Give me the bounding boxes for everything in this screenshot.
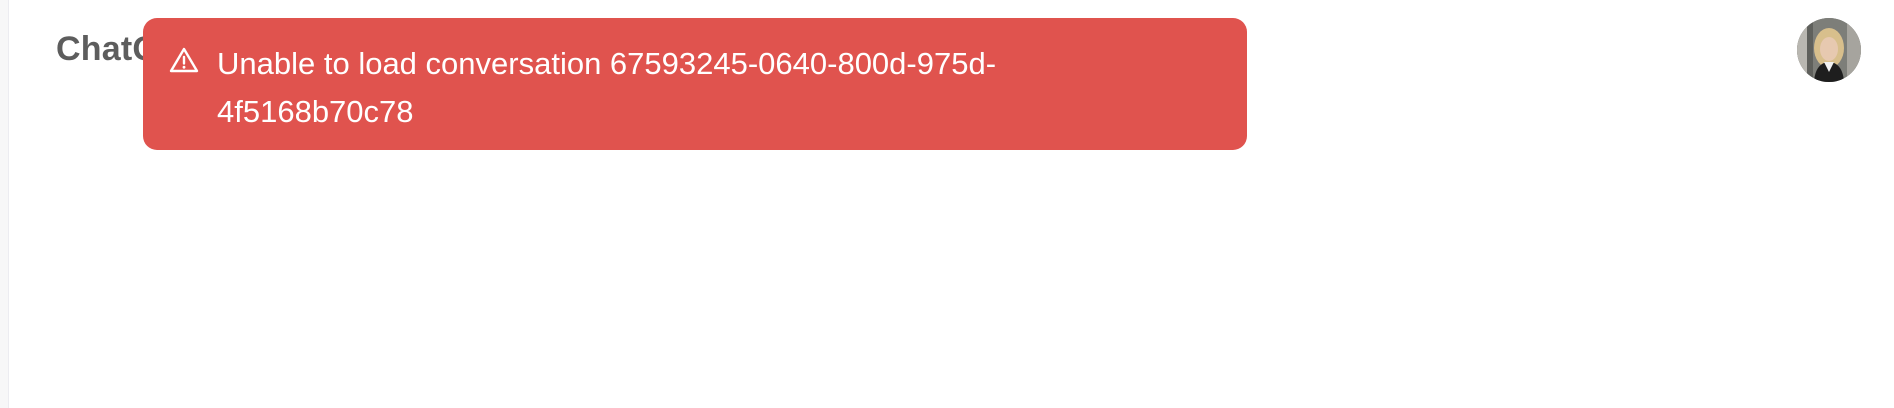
error-message: Unable to load conversation 67593245-064…	[217, 46, 997, 129]
user-avatar[interactable]	[1797, 18, 1861, 82]
error-toast: Unable to load conversation 67593245-064…	[143, 18, 1247, 150]
warning-triangle-icon	[169, 46, 199, 74]
avatar-photo-icon	[1797, 18, 1861, 82]
